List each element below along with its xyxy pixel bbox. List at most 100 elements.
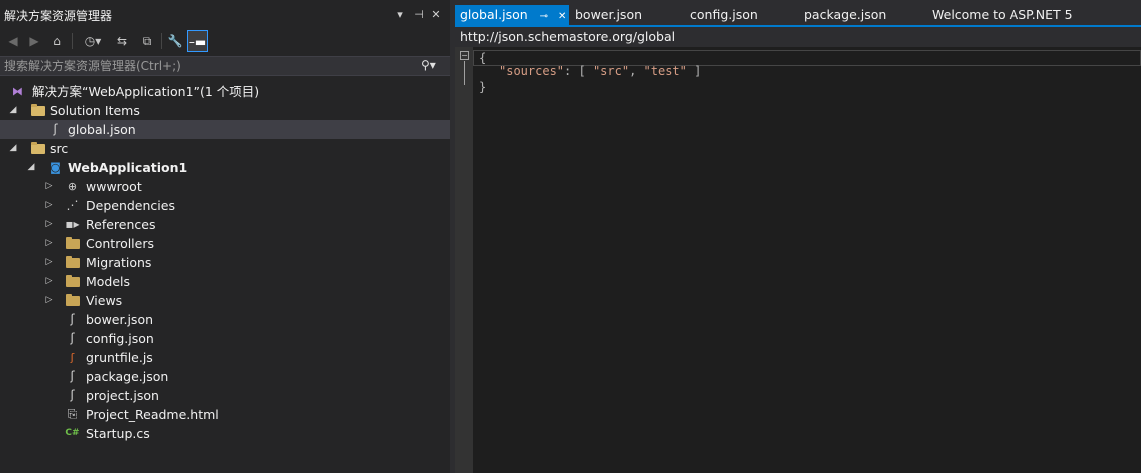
- tree-item-label: Migrations: [86, 255, 152, 270]
- tree-item-controllers[interactable]: ▷ Controllers: [0, 234, 450, 253]
- fold-guide-line: [464, 61, 465, 85]
- tree-item-wwwroot[interactable]: ▷ ⊕ wwwroot: [0, 177, 450, 196]
- json-schema-bar[interactable]: http://json.schemastore.org/global: [455, 27, 1141, 47]
- tree-item-label: wwwroot: [86, 179, 142, 194]
- code-line-1: {: [479, 51, 487, 65]
- collapse-arrow-icon[interactable]: ◢: [8, 101, 18, 120]
- tree-item-models[interactable]: ▷ Models: [0, 272, 450, 291]
- close-icon[interactable]: ✕: [429, 5, 443, 25]
- solution-explorer-search-box[interactable]: ⚲▾: [0, 56, 450, 76]
- tree-item-label: config.json: [86, 331, 154, 346]
- editor-margin: [455, 47, 473, 473]
- tree-item-migrations[interactable]: ▷ Migrations: [0, 253, 450, 272]
- html-file-icon: ⎘: [67, 407, 78, 421]
- json-string: "src": [592, 64, 630, 78]
- tab-config-json[interactable]: config.json: [685, 5, 758, 25]
- folder-icon: [66, 294, 80, 306]
- tab-welcome-aspnet[interactable]: Welcome to ASP.NET 5: [927, 5, 1073, 25]
- back-icon[interactable]: ◀: [5, 30, 21, 52]
- tree-item-label: Controllers: [86, 236, 154, 251]
- tree-item-solution-items[interactable]: ◢ Solution Items: [0, 101, 450, 120]
- code-line-3: }: [479, 80, 487, 94]
- collapse-all-icon[interactable]: ⧉: [138, 30, 156, 52]
- toolbar-separator: [161, 33, 162, 49]
- expand-arrow-icon[interactable]: ▷: [44, 253, 54, 272]
- tree-item-views[interactable]: ▷ Views: [0, 291, 450, 310]
- expand-arrow-icon[interactable]: ▷: [44, 234, 54, 253]
- tab-bower-json[interactable]: bower.json: [570, 5, 642, 25]
- tree-item-references[interactable]: ▷ ▪▸ References: [0, 215, 450, 234]
- tree-item-label: Solution Items: [50, 103, 140, 118]
- tree-item-label: Models: [86, 274, 131, 289]
- tree-item-label: package.json: [86, 369, 169, 384]
- tab-package-json[interactable]: package.json: [799, 5, 886, 25]
- csharp-file-icon: C#: [65, 428, 80, 438]
- tree-item-src[interactable]: ◢ src: [0, 139, 450, 158]
- open-folder-icon: [31, 142, 45, 154]
- tree-item-label: src: [50, 141, 69, 156]
- tab-label: global.json: [460, 7, 528, 22]
- panel-title: 解决方案资源管理器: [4, 9, 113, 23]
- search-input[interactable]: [0, 57, 410, 75]
- search-options-icon[interactable]: ⚲▾: [421, 58, 436, 72]
- forward-icon[interactable]: ▶: [26, 30, 42, 52]
- expand-arrow-icon[interactable]: ▷: [44, 272, 54, 291]
- expand-arrow-icon[interactable]: ▷: [44, 196, 54, 215]
- tree-item-bower-json[interactable]: ʃ bower.json: [0, 310, 450, 329]
- home-icon[interactable]: ⌂: [48, 30, 66, 52]
- tab-label: Welcome to ASP.NET 5: [932, 7, 1073, 22]
- open-folder-icon: [31, 104, 45, 116]
- tree-item-startup-cs[interactable]: C# Startup.cs: [0, 424, 450, 443]
- sync-with-active-document-icon[interactable]: ⇆: [113, 30, 131, 52]
- folder-icon: [66, 256, 80, 268]
- tree-item-label: 解决方案“WebApplication1”(1 个项目): [32, 84, 260, 99]
- references-icon: ▪▸: [65, 217, 80, 231]
- tab-global-json[interactable]: global.json ⊸ ✕: [455, 5, 569, 25]
- tab-close-icon[interactable]: ✕: [558, 7, 566, 27]
- tab-pin-icon[interactable]: ⊸: [540, 7, 548, 27]
- expand-arrow-icon[interactable]: ▷: [44, 291, 54, 310]
- tree-item-global-json[interactable]: ʃ global.json: [0, 120, 450, 139]
- tree-item-label: bower.json: [86, 312, 154, 327]
- properties-wrench-icon[interactable]: 🔧: [166, 30, 184, 52]
- tree-item-label: WebApplication1: [68, 160, 188, 175]
- code-editor[interactable]: − { "sources": [ "src", "test" ] }: [455, 47, 1141, 473]
- json-file-icon: ʃ: [70, 388, 75, 402]
- code-line-2: "sources": [ "src", "test" ]: [499, 64, 702, 78]
- expand-arrow-icon[interactable]: ▷: [44, 177, 54, 196]
- pin-icon[interactable]: ⊣: [412, 5, 426, 25]
- tree-item-label: Dependencies: [86, 198, 175, 213]
- tree-item-project-json[interactable]: ʃ project.json: [0, 386, 450, 405]
- pending-changes-filter-icon[interactable]: ◷▾: [80, 30, 106, 52]
- visual-studio-solution-icon: ⧓: [12, 85, 23, 98]
- json-file-icon: ʃ: [53, 122, 58, 136]
- schema-url[interactable]: http://json.schemastore.org/global: [460, 29, 675, 44]
- js-file-icon: ʃ: [70, 351, 75, 364]
- tree-item-project[interactable]: ◢ ◙ WebApplication1: [0, 158, 450, 177]
- collapse-arrow-icon[interactable]: ◢: [8, 139, 18, 158]
- json-key: "sources": [499, 64, 565, 78]
- tab-label: bower.json: [575, 7, 643, 22]
- tree-item-package-json[interactable]: ʃ package.json: [0, 367, 450, 386]
- tree-item-dependencies[interactable]: ▷ ⋰ Dependencies: [0, 196, 450, 215]
- tree-item-label: Startup.cs: [86, 426, 150, 441]
- json-string: "test": [643, 64, 687, 78]
- globe-icon: ⊕: [67, 180, 78, 193]
- toolbar-separator: [72, 33, 73, 49]
- tree-item-gruntfile-js[interactable]: ʃ gruntfile.js: [0, 348, 450, 367]
- collapse-arrow-icon[interactable]: ◢: [26, 158, 36, 177]
- tree-item-solution[interactable]: ⧓ 解决方案“WebApplication1”(1 个项目): [0, 82, 450, 101]
- window-position-dropdown-icon[interactable]: ▾: [393, 5, 407, 25]
- tree-item-label: Project_Readme.html: [86, 407, 219, 422]
- json-file-icon: ʃ: [70, 312, 75, 326]
- tree-item-label: Views: [86, 293, 123, 308]
- tree-item-label: References: [86, 217, 156, 232]
- preview-selected-items-icon[interactable]: –▬: [187, 30, 208, 52]
- json-file-icon: ʃ: [70, 331, 75, 345]
- fold-toggle-icon[interactable]: −: [460, 51, 469, 60]
- tree-item-config-json[interactable]: ʃ config.json: [0, 329, 450, 348]
- tree-item-project-readme[interactable]: ⎘ Project_Readme.html: [0, 405, 450, 424]
- expand-arrow-icon[interactable]: ▷: [44, 215, 54, 234]
- document-tab-strip: global.json ⊸ ✕ bower.json config.json p…: [455, 5, 1141, 25]
- folder-icon: [66, 237, 80, 249]
